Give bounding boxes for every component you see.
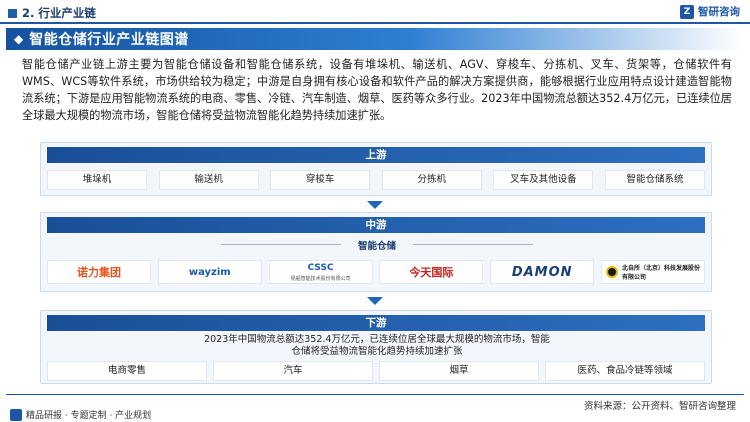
upstream-items: 堆垛机 输送机 穿梭车 分拣机 叉车及其他设备 智能仓储系统 [47,170,705,190]
midstream-logos: 诺力集团 wayzim CSSC 昆船智能技术股份有限公司 今天国际 DAMON… [47,260,705,284]
footer-slogan: 精品研报 · 专题定制 · 产业规划 [26,411,152,421]
wayzim-logo: wayzim [157,260,262,284]
diamond-icon: ◆ [14,32,24,46]
downstream-title: 下游 [47,315,705,331]
top-bar: 2. 行业产业链 Z 智研咨询 [0,0,750,24]
upstream-item: 智能仓储系统 [604,170,705,190]
jintian-logo: 今天国际 [379,260,484,284]
down-arrow-icon [367,201,383,209]
upstream-item: 输送机 [158,170,259,190]
beijing-logo-icon [605,266,618,278]
cssc-logo-text: CSSC [307,263,334,273]
upstream-title: 上游 [47,147,705,163]
subtitle-line-right [413,244,533,245]
downstream-text-line1: 2023年中国物流总额达352.4万亿元，已连续位居全球最大规模的物流市场，智能 [204,334,550,345]
section-title: 2. 行业产业链 [22,6,96,20]
downstream-item: 汽车 [213,361,373,381]
downstream-item: 医药、食品冷链等领域 [545,361,705,381]
beijing-logo: 北自所（北京）科技发展股份有限公司 [600,260,705,284]
footer-left: 精品研报 · 专题定制 · 产业规划 [10,408,151,421]
down-arrow-icon [367,297,383,305]
brand: Z 智研咨询 [680,4,740,19]
downstream-item: 电商零售 [47,361,207,381]
midstream-panel: 中游 智能仓储 诺力集团 wayzim CSSC 昆船智能技术股份有限公司 今天… [40,212,712,292]
brand-logo-icon: Z [680,4,694,19]
upstream-item: 分拣机 [381,170,482,190]
section-label: 2. 行业产业链 [8,5,96,21]
footer-rule [6,394,744,395]
square-icon [8,8,17,18]
upstream-item: 穿梭车 [270,170,371,190]
upstream-item: 堆垛机 [47,170,147,190]
downstream-text-line2: 仓储将受益物流智能化趋势持续加速扩张 [291,346,463,357]
cssc-logo: CSSC 昆船智能技术股份有限公司 [268,260,373,284]
cssc-logo-sub: 昆船智能技术股份有限公司 [290,276,351,282]
upstream-panel: 上游 堆垛机 输送机 穿梭车 分拣机 叉车及其他设备 智能仓储系统 [40,142,712,196]
header-rule [0,22,750,24]
brand-name: 智研咨询 [698,6,740,18]
nuoli-logo: 诺力集团 [47,260,151,284]
upstream-item: 叉车及其他设备 [493,170,594,190]
downstream-panel: 下游 2023年中国物流总额达352.4万亿元，已连续位居全球最大规模的物流市场… [40,310,712,384]
footer-logo-icon [10,408,22,421]
downstream-item: 烟草 [379,361,539,381]
downstream-items: 电商零售 汽车 烟草 医药、食品冷链等领域 [47,361,705,381]
damon-logo: DAMON [490,260,595,284]
midstream-subtitle: 智能仓储 [357,241,396,252]
title-bar: ◆ 智能仓储行业产业链图谱 [6,28,744,50]
beijing-logo-text: 北自所（北京）科技发展股份有限公司 [621,265,700,281]
source-note: 资料来源：公开资料、智研咨询整理 [583,401,736,412]
intro-paragraph: 智能仓储产业链上游主要为智能仓储设备和智能仓储系统，设备有堆垛机、输送机、AGV… [22,58,732,122]
midstream-title: 中游 [47,217,705,233]
page-title: 智能仓储行业产业链图谱 [29,32,189,48]
